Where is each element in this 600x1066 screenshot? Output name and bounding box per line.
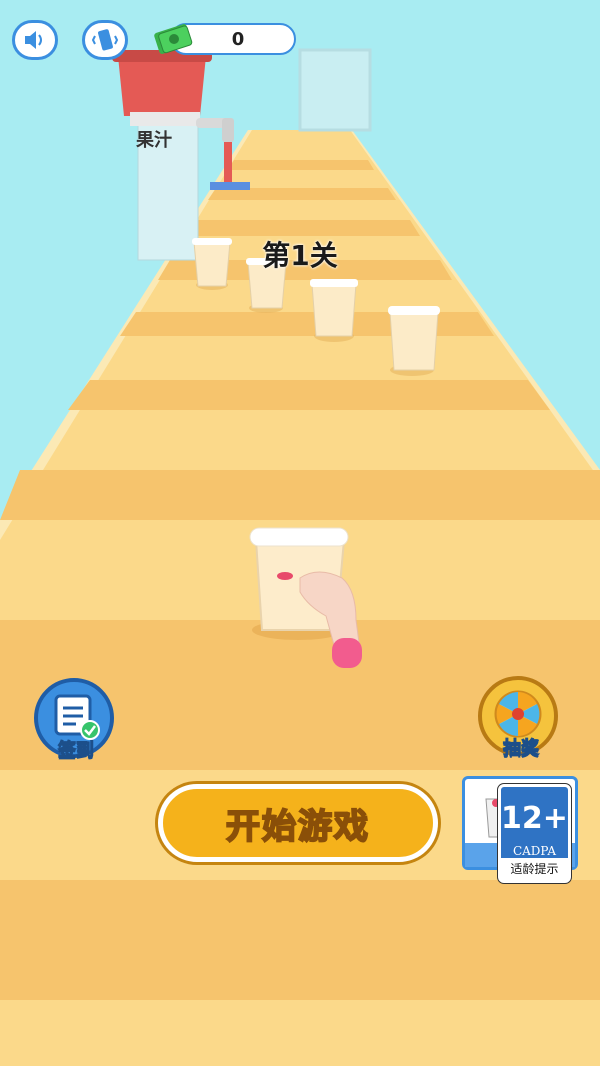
start-game-label: 开始游戏 [225, 806, 370, 848]
age-rating-number: 12+ [501, 801, 568, 836]
fill-pad [210, 182, 250, 190]
juice-stream [224, 142, 232, 186]
age-rating-caption: 适龄提示 [501, 858, 568, 880]
juice-tank [118, 56, 206, 116]
speaker-icon [25, 31, 42, 49]
signin-label: 签到 [58, 740, 95, 762]
faucet-spout [222, 118, 234, 142]
juice-machine-label: 果汁 [136, 130, 172, 151]
sound-button[interactable] [12, 20, 58, 60]
game-scene [0, 0, 600, 1066]
age-rating-badge: 12+ CADPA 适龄提示 [498, 784, 571, 883]
start-game-button[interactable]: 开始游戏 [158, 784, 438, 862]
level-title: 第1关 [262, 239, 338, 272]
age-rating-org: CADPA [512, 844, 557, 858]
lottery-label: 抽奖 [503, 738, 540, 760]
vibrate-phone-icon [91, 29, 119, 51]
finish-gate [298, 48, 372, 132]
vibration-button[interactable] [82, 20, 128, 60]
machine-top [130, 112, 200, 126]
cash-icon [154, 24, 193, 54]
